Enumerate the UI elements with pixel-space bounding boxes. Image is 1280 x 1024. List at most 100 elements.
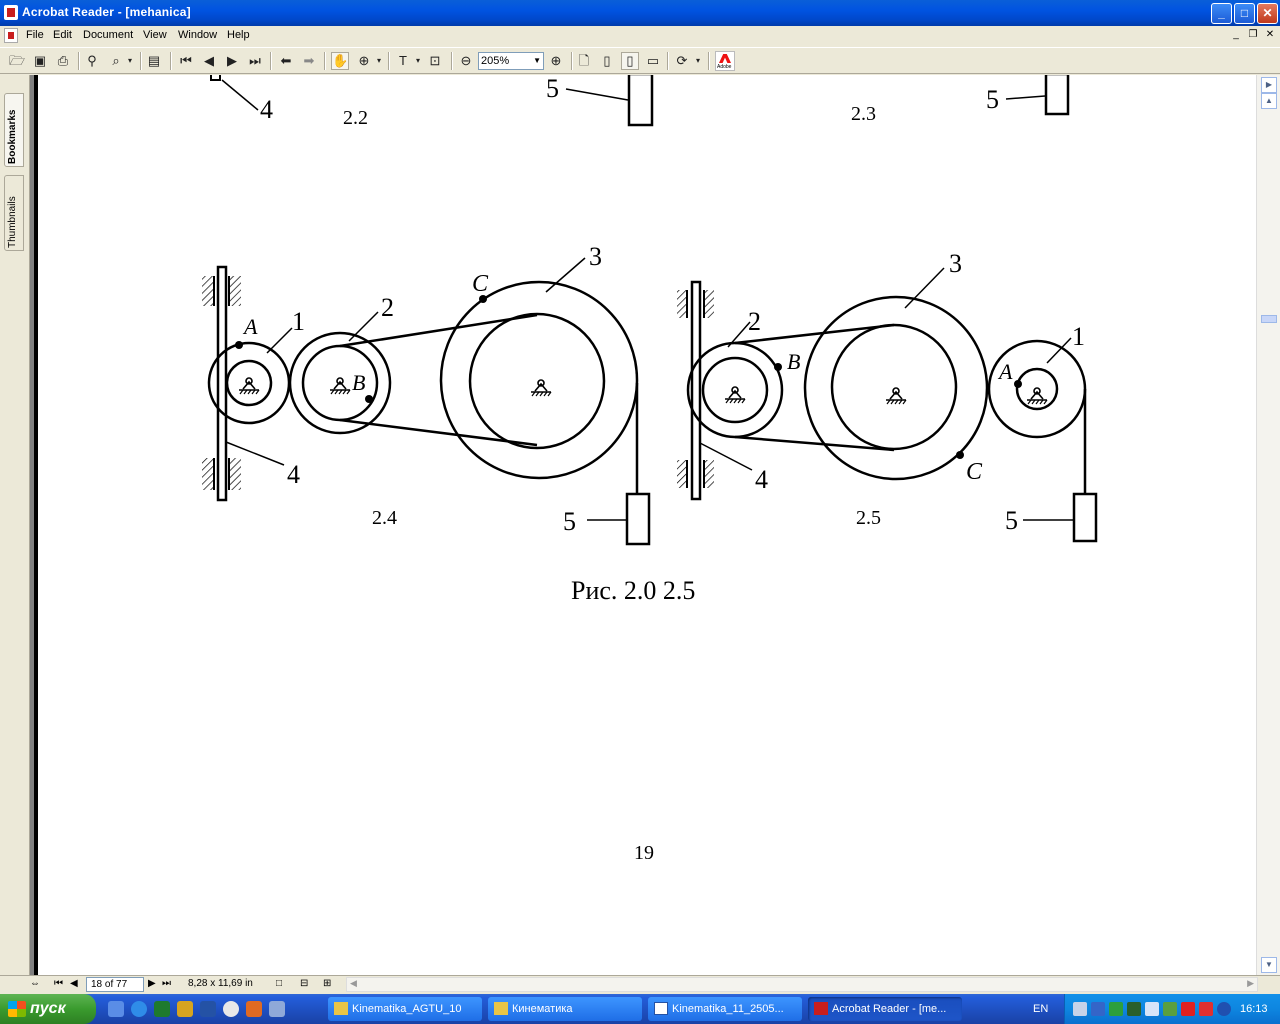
title-bar[interactable]: Acrobat Reader - [mehanica] _ □ ✕ [0,0,1280,26]
doc-minimize-button[interactable]: _ [1229,29,1243,42]
menu-document[interactable]: Document [83,29,133,41]
word-icon[interactable] [200,1001,216,1017]
zoom-tool-dropdown-icon[interactable]: ▾ [374,52,384,70]
first-page-icon[interactable]: ⏮ [177,52,195,70]
adobe-logo-icon[interactable]: Adobe [715,51,735,71]
taskbar-item-kinematika-agtu[interactable]: Kinematika_AGTU_10 [328,997,482,1021]
minimize-button[interactable]: _ [1211,3,1232,24]
ati-icon[interactable] [1199,1002,1213,1016]
weight-5-top-a [627,75,654,127]
last-page-status-icon[interactable]: ⏭ [162,978,171,989]
single-page-layout-icon[interactable]: □ [276,978,282,989]
vertical-scrollbar[interactable]: ▶ ▲ ▼ [1256,75,1280,976]
scroll-up-icon[interactable]: ▲ [1261,93,1277,109]
task-label: Kinematika_AGTU_10 [352,1003,462,1015]
show-desktop-icon[interactable] [108,1001,124,1017]
weight-5-2-5 [1072,492,1098,543]
facing-layout-icon[interactable]: ⊞ [323,978,331,989]
scroll-down-icon[interactable]: ▼ [1261,957,1277,973]
find-dropdown-icon[interactable]: ▾ [125,52,135,70]
search-icon[interactable]: ⚲ [83,52,101,70]
save-icon[interactable]: ▣ [31,52,49,70]
taskbar-item-kinematika-11[interactable]: Kinematika_11_2505... [648,997,802,1021]
menu-view[interactable]: View [143,29,167,41]
next-page-icon[interactable]: ▶ [223,52,241,70]
print-icon[interactable]: ⎙ [54,52,72,70]
media-player-icon[interactable] [223,1001,239,1017]
zoom-in-icon[interactable]: ⊕ [547,52,565,70]
last-page-icon[interactable]: ⏭ [246,52,264,70]
tab-thumbnails[interactable]: Thumbnails [4,175,24,251]
menu-file[interactable]: File [26,29,44,41]
start-button[interactable]: пуск [0,994,96,1024]
pdf-page: 4 2.2 5 2.3 5 A 1 B 2 C 3 5 4 2.4 B 2 3 … [34,75,1256,975]
doc-restore-button[interactable]: ❐ [1246,29,1260,42]
next-page-status-icon[interactable]: ▶ [148,978,156,989]
previous-page-icon[interactable]: ◀ [200,52,218,70]
fit-width-icon[interactable]: ▯ [621,52,639,70]
adobe-tray-icon[interactable] [1181,1002,1195,1016]
hand-tool-icon[interactable]: ✋ [331,52,349,70]
close-button[interactable]: ✕ [1257,3,1278,24]
fit-page-icon[interactable]: ▯ [598,52,616,70]
page-number-field[interactable]: 18 of 77 [86,977,144,992]
tab-bookmarks[interactable]: Bookmarks [4,93,24,167]
rotate-view-icon[interactable]: ⟳ [673,52,691,70]
zoom-dropdown-icon[interactable]: ▼ [533,53,541,69]
internet-explorer-icon[interactable] [131,1001,147,1017]
label-5-2-4: 5 [563,507,576,536]
toolbar: 🗁 ▣ ⎙ ⚲ ⌕ ▾ ▤ ⏮ ◀ ▶ ⏭ ⬅ ➡ ✋ ⊕ ▾ T ▾ ⊡ ⊖ … [0,47,1280,74]
first-page-status-icon[interactable]: ⏮ [54,978,63,989]
language-indicator[interactable]: EN [1033,1003,1048,1015]
zoom-out-icon[interactable]: ⊖ [457,52,475,70]
go-forward-icon[interactable]: ➡ [300,52,318,70]
figure-2-5: B 2 3 C A 1 5 4 2.5 [677,249,1098,543]
acrobat-app-icon[interactable] [4,5,18,20]
maximize-button[interactable]: □ [1234,3,1255,24]
fit-visible-icon[interactable]: ▭ [644,52,662,70]
menu-window[interactable]: Window [178,29,217,41]
graphics-select-tool-icon[interactable]: ⊡ [426,52,444,70]
text-tool-dropdown-icon[interactable]: ▾ [413,52,423,70]
messenger-icon[interactable] [246,1001,262,1017]
horizontal-scrollbar[interactable]: ◀ ▶ [346,977,1258,992]
explorer-tool-icon[interactable] [269,1001,285,1017]
go-back-icon[interactable]: ⬅ [277,52,295,70]
navigation-toggle-icon[interactable]: ⇔ [30,978,40,989]
document-icon[interactable] [4,28,18,43]
zoom-in-tool-icon[interactable]: ⊕ [355,52,373,70]
antivirus-icon[interactable] [1109,1002,1123,1016]
task-label: Кинематика [512,1003,573,1015]
label-3-2-5: 3 [949,249,962,278]
actual-size-icon[interactable]: 🗋 [575,52,593,70]
vertical-scroll-thumb[interactable] [1261,315,1277,323]
show-navigation-pane-icon[interactable]: ▤ [145,52,163,70]
open-icon[interactable]: 🗁 [8,52,26,70]
label-5-top-b: 5 [986,85,999,114]
menu-edit[interactable]: Edit [53,29,72,41]
volume-icon[interactable] [1145,1002,1159,1016]
find-icon[interactable]: ⌕ [107,52,125,70]
taskbar-item-kinematika[interactable]: Кинематика [488,997,642,1021]
continuous-layout-icon[interactable]: ⊟ [300,978,308,989]
doc-close-button[interactable]: ✕ [1263,29,1277,42]
excel-icon[interactable] [154,1001,170,1017]
prev-page-status-icon[interactable]: ◀ [70,978,78,989]
network-icon[interactable] [1073,1002,1087,1016]
folder-icon[interactable] [177,1001,193,1017]
bluetooth-icon[interactable] [1217,1002,1231,1016]
scroll-left-icon[interactable]: ◀ [350,978,357,989]
zoom-field[interactable]: 205% ▼ [478,52,544,70]
taskbar-item-acrobat-reader[interactable]: Acrobat Reader - [me... [808,997,962,1021]
point-c-2-4: C [472,271,489,297]
document-view[interactable]: 4 2.2 5 2.3 5 A 1 B 2 C 3 5 4 2.4 B 2 3 … [30,75,1256,975]
menu-help[interactable]: Help [227,29,250,41]
text-select-tool-icon[interactable]: T [394,52,412,70]
security-icon[interactable] [1127,1002,1141,1016]
page-prev-arrow-icon[interactable]: ▶ [1261,77,1277,93]
scroll-right-icon[interactable]: ▶ [1247,978,1254,989]
monitor-icon[interactable] [1091,1002,1105,1016]
clock[interactable]: 16:13 [1240,1003,1268,1015]
rotate-dropdown-icon[interactable]: ▾ [693,52,703,70]
update-icon[interactable] [1163,1002,1177,1016]
